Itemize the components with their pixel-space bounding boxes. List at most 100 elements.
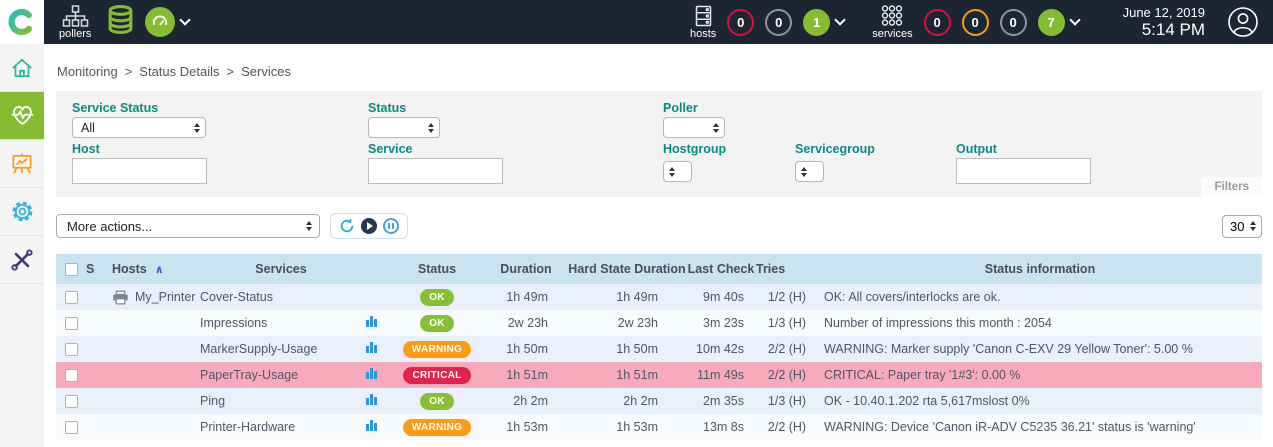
table-row: MarkerSupply-Usage WARNING 1h 50m 1h 50m… <box>56 336 1262 362</box>
service-name[interactable]: PaperTray-Usage <box>200 368 298 382</box>
service-name[interactable]: Impressions <box>200 316 267 330</box>
more-actions-value: More actions... <box>67 219 152 234</box>
host-name[interactable]: My_Printer <box>135 290 195 304</box>
select-all-checkbox[interactable] <box>65 263 78 276</box>
select-stepper-icon <box>669 167 675 177</box>
topbar: pollers hosts 0 0 1 <box>0 0 1273 44</box>
database-status-icon[interactable] <box>105 4 136 40</box>
page-size-select[interactable]: 30 <box>1222 215 1262 238</box>
services-pending-count[interactable]: 0 <box>1000 9 1027 36</box>
col-header-status[interactable]: Status <box>390 254 484 284</box>
service-status-label: Service Status <box>72 101 158 115</box>
sidebar-item-monitoring[interactable] <box>0 92 44 140</box>
status-information-text: Number of impressions this month : 2054 <box>818 310 1262 336</box>
graph-icon[interactable] <box>366 394 377 405</box>
row-checkbox[interactable] <box>65 317 78 330</box>
play-icon[interactable] <box>361 218 377 234</box>
select-stepper-icon <box>1250 221 1256 231</box>
breadcrumb-monitoring[interactable]: Monitoring <box>57 64 118 79</box>
last-check-value: 13m 8s <box>686 414 756 440</box>
latency-status-icon[interactable] <box>145 7 175 37</box>
host-input[interactable] <box>72 158 207 184</box>
sidebar-item-administration[interactable] <box>0 236 44 284</box>
hosts-chevron-down-icon[interactable] <box>835 14 846 25</box>
poller-chevron-down-icon[interactable] <box>180 14 191 25</box>
col-header-hard-state-duration[interactable]: Hard State Duration <box>568 254 686 284</box>
status-badge: WARNING <box>403 341 471 358</box>
status-information-text: OK: All covers/interlocks are ok. <box>818 284 1262 310</box>
hostgroup-select[interactable] <box>663 161 692 182</box>
row-checkbox[interactable] <box>65 343 78 356</box>
tries-value: 1/3 (H) <box>756 388 818 414</box>
breadcrumb-status-details[interactable]: Status Details <box>139 64 219 79</box>
services-menu[interactable]: services <box>872 4 912 40</box>
graph-icon[interactable] <box>366 316 377 327</box>
output-label: Output <box>956 142 997 156</box>
breadcrumb-services[interactable]: Services <box>241 64 291 79</box>
service-name[interactable]: Ping <box>200 394 225 408</box>
service-status-select[interactable]: All <box>72 117 206 138</box>
services-label: services <box>872 29 912 40</box>
last-check-value: 10m 42s <box>686 336 756 362</box>
col-header-services[interactable]: Services <box>196 254 366 284</box>
service-name[interactable]: Cover-Status <box>200 290 273 304</box>
status-badge: CRITICAL <box>403 367 470 384</box>
centreon-logo[interactable] <box>0 0 44 44</box>
output-input[interactable] <box>956 158 1091 184</box>
graph-icon[interactable] <box>366 342 377 353</box>
col-header-tries[interactable]: Tries <box>756 254 818 284</box>
row-checkbox[interactable] <box>65 421 78 434</box>
servicegroup-label: Servicegroup <box>795 142 875 156</box>
select-stepper-icon <box>194 123 200 133</box>
poller-select[interactable] <box>663 117 725 138</box>
col-header-last-check[interactable]: Last Check <box>686 254 756 284</box>
pollers-menu[interactable]: pollers <box>59 5 91 40</box>
row-checkbox[interactable] <box>65 369 78 382</box>
hosts-icon <box>691 4 716 28</box>
service-input[interactable] <box>368 158 503 184</box>
service-name[interactable]: MarkerSupply-Usage <box>200 342 317 356</box>
refresh-controls <box>330 213 408 239</box>
col-header-duration[interactable]: Duration <box>484 254 568 284</box>
status-information-text: WARNING: Marker supply 'Canon C-EXV 29 Y… <box>818 336 1262 362</box>
tools-icon <box>9 247 35 273</box>
hosts-menu[interactable]: hosts <box>690 4 716 40</box>
hard-state-duration-value: 1h 51m <box>568 362 686 388</box>
row-checkbox[interactable] <box>65 395 78 408</box>
breadcrumb-separator: > <box>125 64 133 79</box>
servicegroup-select[interactable] <box>795 161 824 182</box>
hosts-up-count[interactable]: 1 <box>803 9 830 36</box>
hard-state-duration-value: 1h 50m <box>568 336 686 362</box>
filters-tab[interactable]: Filters <box>1201 177 1262 197</box>
hosts-pending-count[interactable]: 0 <box>765 9 792 36</box>
services-ok-count[interactable]: 7 <box>1038 9 1065 36</box>
sidebar-item-reporting[interactable] <box>0 140 44 188</box>
status-select[interactable] <box>368 117 440 138</box>
main-content: Monitoring>Status Details>Services Servi… <box>44 44 1273 447</box>
service-name[interactable]: Printer-Hardware <box>200 420 295 434</box>
select-stepper-icon <box>801 167 807 177</box>
col-header-hosts[interactable]: Hosts∧ <box>112 254 196 284</box>
status-badge: OK <box>420 393 454 410</box>
sidebar-item-home[interactable] <box>0 44 44 92</box>
hosts-down-count[interactable]: 0 <box>727 9 754 36</box>
pause-icon[interactable] <box>383 218 399 234</box>
status-information-text: CRITICAL: Paper tray '1#3': 0.00 % <box>818 362 1262 388</box>
duration-value: 1h 53m <box>484 414 568 440</box>
duration-value: 1h 49m <box>484 284 568 310</box>
tries-value: 1/3 (H) <box>756 310 818 336</box>
col-header-s[interactable]: S <box>86 254 112 284</box>
services-critical-count[interactable]: 0 <box>924 9 951 36</box>
col-header-status-information[interactable]: Status information <box>818 254 1262 284</box>
services-warning-count[interactable]: 0 <box>962 9 989 36</box>
status-information-text: WARNING: Device 'Canon iR-ADV C5235 36.2… <box>818 414 1262 440</box>
refresh-icon[interactable] <box>339 218 355 234</box>
services-chevron-down-icon[interactable] <box>1069 14 1080 25</box>
graph-icon[interactable] <box>366 368 377 379</box>
user-menu[interactable] <box>1227 6 1259 38</box>
sidebar-item-configuration[interactable] <box>0 188 44 236</box>
more-actions-select[interactable]: More actions... <box>56 214 320 238</box>
pollers-label: pollers <box>59 29 91 40</box>
graph-icon[interactable] <box>366 420 377 431</box>
row-checkbox[interactable] <box>65 291 78 304</box>
